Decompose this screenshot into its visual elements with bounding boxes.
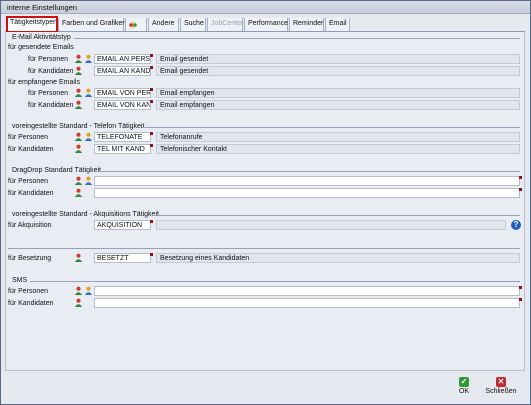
email-section-heading: E-Mail Aktivitätstyp: [12, 34, 71, 41]
lookup-marker[interactable]: [150, 253, 153, 256]
lookup-marker[interactable]: [150, 100, 153, 103]
person-icon: [74, 132, 83, 141]
email-sent-candidate-desc: Email gesendet: [156, 66, 520, 76]
email-sent-candidate-label: für Kandidaten: [28, 68, 74, 75]
telefon-person-desc: Telefonanrufe: [156, 132, 520, 142]
candidate-icon: [74, 188, 83, 197]
settings-window: interne Einstellungen Tätigkeitstypen Fa…: [0, 0, 531, 405]
akquisition-code[interactable]: AKQUISITION: [94, 220, 151, 230]
lookup-marker[interactable]: [519, 286, 522, 289]
tab-reminder[interactable]: Reminder: [289, 18, 324, 31]
dragdrop-person-field[interactable]: [94, 176, 520, 186]
tab-taetigkeitstypen[interactable]: Tätigkeitstypen: [6, 16, 58, 33]
telefon-candidate-label: für Kandidaten: [8, 146, 54, 153]
lookup-marker[interactable]: [150, 66, 153, 69]
sms-person-label: für Personen: [8, 288, 49, 295]
tab-suche[interactable]: Suche: [180, 18, 206, 31]
candidate-icon: [84, 54, 93, 63]
person-icon: [74, 286, 83, 295]
candidate-icon: [74, 100, 83, 109]
lookup-marker[interactable]: [150, 132, 153, 135]
candidate-icon: [74, 298, 83, 307]
tab-bar: Tätigkeitstypen Farben und Grafiken Ande…: [5, 16, 525, 33]
candidate-icon: [74, 144, 83, 153]
sms-candidate-field[interactable]: [94, 298, 520, 308]
email-received-person-label: für Personen: [28, 90, 69, 97]
lookup-marker[interactable]: [150, 54, 153, 57]
dragdrop-person-label: für Personen: [8, 178, 49, 185]
candidate-icon: [84, 176, 93, 185]
lookup-marker[interactable]: [150, 144, 153, 147]
title-bar: interne Einstellungen: [1, 1, 530, 14]
besetzung-label: für Besetzung: [8, 255, 52, 262]
person-icon: [74, 54, 83, 63]
tab-jobcenter: JobCenter: [207, 18, 243, 31]
lookup-marker[interactable]: [150, 220, 153, 223]
sms-person-field[interactable]: [94, 286, 520, 296]
email-received-candidate-desc: Email empfangen: [156, 100, 520, 110]
akquisition-section-heading: voreingestellte Standard - Akquisitions …: [12, 211, 159, 218]
tab-traffic-light[interactable]: [125, 18, 147, 31]
ok-button[interactable]: ✓ OK: [448, 377, 480, 395]
tab-farben-und-grafiken[interactable]: Farben und Grafiken: [58, 18, 126, 31]
candidate-icon: [84, 286, 93, 295]
email-received-person-desc: Email empfangen: [156, 88, 520, 98]
lookup-marker[interactable]: [150, 88, 153, 91]
sms-candidate-label: für Kandidaten: [8, 300, 54, 307]
candidate-icon: [74, 66, 83, 75]
email-sent-person-desc: Email gesendet: [156, 54, 520, 64]
close-icon: ✕: [496, 377, 506, 387]
telefon-person-code[interactable]: TELEFONATE: [94, 132, 151, 142]
telefon-person-label: für Personen: [8, 134, 49, 141]
tab-email[interactable]: Email: [325, 18, 350, 31]
besetzung-divider: [8, 248, 520, 249]
checkmark-icon: ✓: [459, 377, 469, 387]
person-icon: [74, 176, 83, 185]
akquisition-label: für Akquisition: [8, 222, 52, 229]
telefon-candidate-desc: Telefonischer Kontakt: [156, 144, 520, 154]
akquisition-desc: [156, 220, 506, 230]
email-section-divider: [74, 38, 520, 39]
candidate-icon: [84, 88, 93, 97]
email-received-person-code[interactable]: EMAIL VON PERS: [94, 88, 151, 98]
window-title: interne Einstellungen: [7, 3, 78, 12]
lookup-marker[interactable]: [519, 188, 522, 191]
sms-section-divider: [30, 281, 520, 282]
received-emails-label: für empfangene Emails: [8, 79, 80, 86]
telefon-section-divider: [142, 127, 520, 128]
email-sent-person-code[interactable]: EMAIL AN PERS: [94, 54, 151, 64]
besetzung-code[interactable]: BESETZT: [94, 253, 151, 263]
telefon-section-heading: voreingestellte Standard - Telefon Tätig…: [12, 123, 145, 130]
tab-panel: E-Mail Aktivitätstyp für gesendete Email…: [5, 32, 525, 371]
traffic-light-icon: [129, 21, 137, 29]
sms-section-heading: SMS: [12, 277, 28, 284]
email-received-candidate-label: für Kandidaten: [28, 102, 74, 109]
help-icon[interactable]: ?: [511, 220, 521, 230]
close-button[interactable]: ✕ Schließen: [485, 377, 517, 395]
tab-performance[interactable]: Performance: [244, 18, 288, 31]
akquisition-section-divider: [152, 215, 520, 216]
candidate-icon: [84, 132, 93, 141]
dragdrop-candidate-label: für Kandidaten: [8, 190, 54, 197]
email-sent-person-label: für Personen: [28, 56, 69, 63]
tab-andere[interactable]: Andere: [148, 18, 179, 31]
besetzung-desc: Besetzung eines Kandidaten: [156, 253, 520, 263]
sent-emails-label: für gesendete Emails: [8, 44, 74, 51]
email-sent-candidate-code[interactable]: EMAIL AN KAND: [94, 66, 151, 76]
person-icon: [74, 88, 83, 97]
dragdrop-section-divider: [100, 171, 520, 172]
email-received-candidate-code[interactable]: EMAIL VON KAND: [94, 100, 151, 110]
dragdrop-section-heading: DragDrop Standard Tätigkeit: [12, 167, 101, 174]
lookup-marker[interactable]: [519, 176, 522, 179]
telefon-candidate-code[interactable]: TEL MIT KAND: [94, 144, 151, 154]
dragdrop-candidate-field[interactable]: [94, 188, 520, 198]
candidate-icon: [74, 253, 83, 262]
lookup-marker[interactable]: [519, 298, 522, 301]
